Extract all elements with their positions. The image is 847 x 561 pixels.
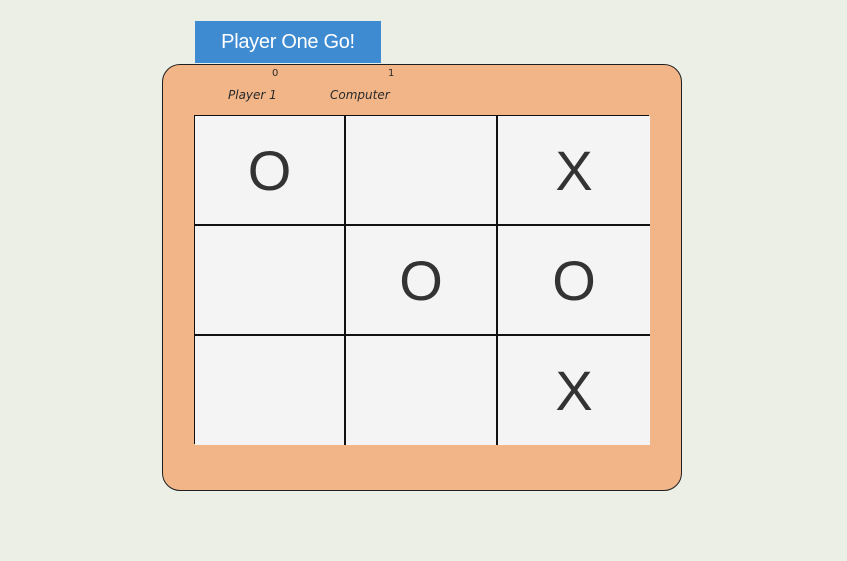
computer-label: Computer (330, 88, 390, 102)
board-cell-8[interactable] (346, 336, 498, 445)
turn-banner: Player One Go! (195, 21, 381, 63)
board-cell-6[interactable]: O (498, 226, 650, 336)
computer-score: 1 (388, 68, 395, 79)
board-cell-1[interactable]: O (195, 116, 346, 226)
board-cell-2[interactable] (346, 116, 498, 226)
game-board: O X O O X (194, 115, 650, 445)
board-cell-7[interactable] (195, 336, 346, 445)
board-cell-3[interactable]: X (498, 116, 650, 226)
player1-score: 0 (272, 68, 279, 79)
player1-label: Player 1 (228, 88, 277, 102)
board-cell-4[interactable] (195, 226, 346, 336)
board-cell-5[interactable]: O (346, 226, 498, 336)
board-cell-9[interactable]: X (498, 336, 650, 445)
